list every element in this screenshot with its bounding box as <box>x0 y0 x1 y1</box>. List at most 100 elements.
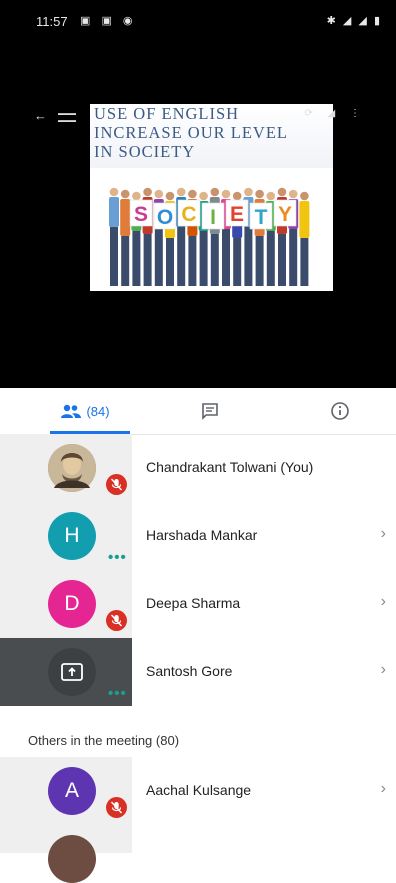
crowd-head <box>132 191 141 201</box>
tab-people[interactable]: (84) <box>20 388 150 434</box>
crowd-head <box>109 187 119 197</box>
presenter-label: ▬▬▬ ▬▬▬ <box>58 111 76 124</box>
crowd-head <box>154 189 164 199</box>
crowd-head <box>165 191 175 201</box>
participant-name: Harshada Mankar <box>146 527 258 543</box>
sign-letter: O <box>157 206 173 229</box>
crowd-head <box>232 191 242 201</box>
participant-name: Aachal Kulsange <box>146 782 252 798</box>
crowd-head <box>266 191 276 201</box>
society-sign: SOCIETY <box>129 199 297 230</box>
crowd-legs <box>222 229 230 286</box>
crowd-legs <box>188 236 197 286</box>
system-status-icons: ✱ ◢ ◢ ▮ <box>326 15 382 27</box>
crowd-head <box>199 191 208 201</box>
status-time: 11:57 <box>36 14 68 29</box>
avatar <box>48 835 96 883</box>
crowd-head <box>277 187 287 197</box>
crowd-head <box>255 189 264 199</box>
people-count: (84) <box>86 403 110 419</box>
participant-row[interactable]: D Deepa Sharma › <box>0 570 396 638</box>
mic-off-icon <box>106 474 127 495</box>
chevron-right-icon[interactable]: › <box>381 525 386 543</box>
video-stage[interactable]: 11:57 ▣ ▣ ◉ ✱ ◢ ◢ ▮ USE OF ENGLISH INCRE… <box>0 0 396 388</box>
crowd-head <box>288 189 298 199</box>
crowd-head <box>300 191 309 201</box>
crowd-head <box>188 189 197 199</box>
avatar: H <box>48 512 96 560</box>
participant-tile: ••• <box>0 638 132 706</box>
crowd-legs <box>110 227 118 286</box>
chevron-right-icon[interactable]: › <box>381 780 386 798</box>
participant-tile: A <box>0 757 132 825</box>
avatar: D <box>48 580 96 628</box>
presentation-top-bar: ← ▬▬▬ ▬▬▬ ⟳ ◢ ⋮ <box>30 104 366 126</box>
tab-info[interactable] <box>290 388 390 434</box>
crowd-legs <box>199 231 208 286</box>
crowd-legs <box>278 234 286 286</box>
participant-name: Santosh Gore <box>146 663 233 679</box>
participant-name: Deepa Sharma <box>146 595 241 611</box>
info-icon <box>331 402 349 420</box>
crowd-body <box>299 201 310 238</box>
crowd-legs <box>244 227 253 286</box>
crowd-head <box>244 187 253 197</box>
presentation-controls-icons[interactable]: ⟳ ◢ ⋮ <box>304 108 366 119</box>
avatar <box>48 648 96 696</box>
participant-tile <box>0 825 132 883</box>
portrait-avatar-icon <box>48 444 96 492</box>
crowd-legs <box>154 229 163 286</box>
slide-title-line-3: IN SOCIETY <box>94 142 196 161</box>
status-bar: 11:57 ▣ ▣ ◉ ✱ ◢ ◢ ▮ <box>0 0 396 40</box>
crowd-legs <box>300 238 309 286</box>
crowd-legs <box>266 231 275 286</box>
participant-row[interactable]: Chandrakant Tolwani (You) <box>0 434 396 502</box>
mic-off-icon <box>106 610 127 631</box>
participant-tile: H ••• <box>0 502 132 570</box>
sign-letter: T <box>255 206 268 229</box>
crowd-head <box>176 187 186 197</box>
crowd-head <box>143 187 152 197</box>
speaking-dots-icon: ••• <box>108 549 127 566</box>
chat-icon <box>202 403 218 420</box>
presenting-screen-icon <box>61 663 83 681</box>
back-arrow-icon[interactable]: ← <box>34 108 47 123</box>
avatar <box>48 444 96 492</box>
participant-row[interactable]: ••• Santosh Gore › <box>0 638 396 706</box>
society-people-image: SOCIETY <box>109 187 310 286</box>
sign-letter: S <box>134 203 148 226</box>
chevron-right-icon[interactable]: › <box>381 593 386 611</box>
crowd-legs <box>166 238 174 286</box>
avatar: A <box>48 767 96 815</box>
participant-tile: D <box>0 570 132 638</box>
tab-chat[interactable] <box>160 388 260 434</box>
notification-icons: ▣ ▣ ◉ <box>80 15 137 27</box>
crowd-legs <box>255 236 264 286</box>
participant-row[interactable] <box>0 825 396 883</box>
crowd-head <box>221 189 231 199</box>
mic-off-icon <box>106 797 127 818</box>
speaking-dots-icon: ••• <box>108 685 127 702</box>
participant-row[interactable]: A Aachal Kulsange › <box>0 757 396 825</box>
crowd-legs <box>210 234 219 286</box>
sign-letter: C <box>181 203 196 226</box>
crowd-body <box>109 197 119 227</box>
sign-letter: I <box>210 206 216 229</box>
crowd-body <box>120 199 131 236</box>
participant-name: Chandrakant Tolwani (You) <box>146 459 314 475</box>
crowd-legs <box>289 229 298 286</box>
participant-tile <box>0 434 132 502</box>
crowd-legs <box>177 227 186 286</box>
sign-letter: Y <box>278 203 292 226</box>
crowd-legs <box>233 238 242 286</box>
crowd-head <box>120 189 130 199</box>
crowd-legs <box>121 236 130 286</box>
crowd-legs <box>132 231 141 286</box>
shared-slide: USE OF ENGLISH INCREASE OUR LEVEL IN SOC… <box>90 104 333 291</box>
sign-letter: E <box>230 203 244 226</box>
crowd-head <box>210 187 220 197</box>
chevron-right-icon[interactable]: › <box>381 661 386 679</box>
others-section-label: Others in the meeting (80) <box>28 733 180 748</box>
participant-row[interactable]: H ••• Harshada Mankar › <box>0 502 396 570</box>
people-icon <box>61 404 82 418</box>
